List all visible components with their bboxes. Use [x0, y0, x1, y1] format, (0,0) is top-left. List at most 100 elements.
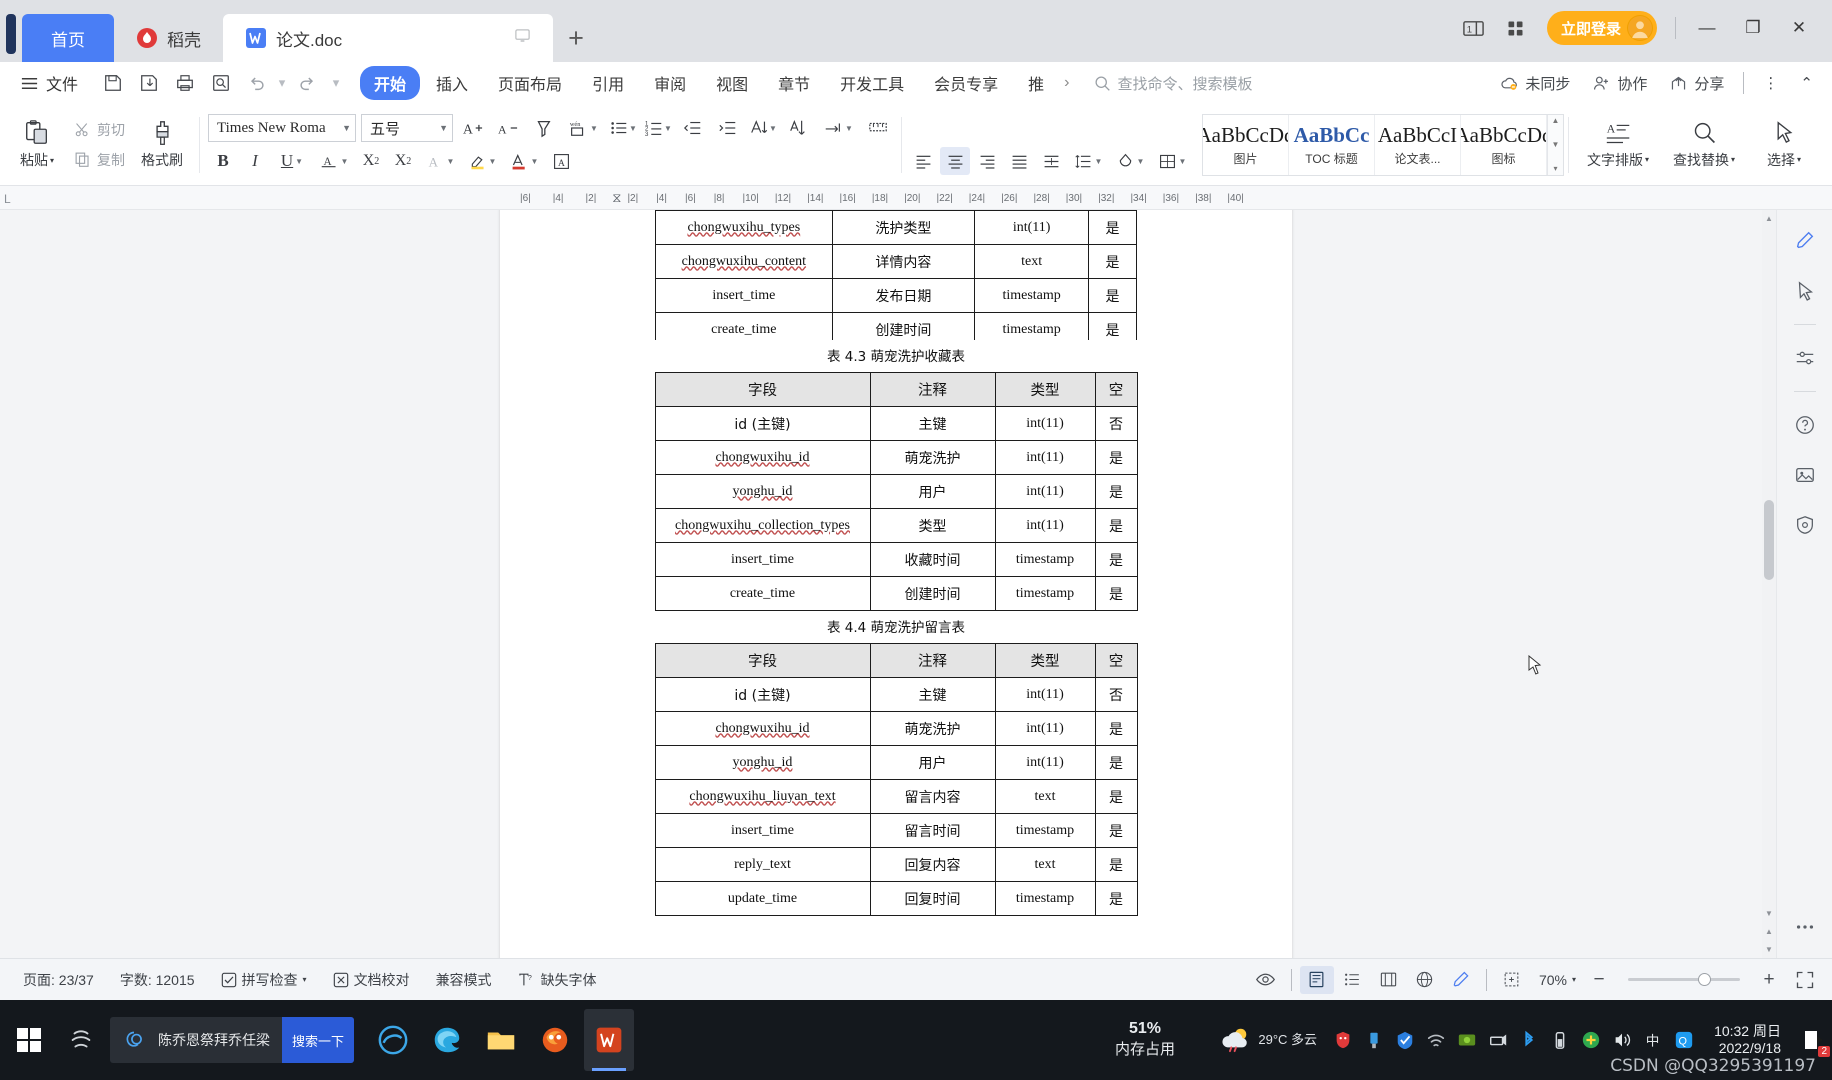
missing-font-button[interactable]: ? 缺失字体 [505, 970, 610, 990]
taskbar-search-box[interactable]: 陈乔恩祭拜乔任梁 搜索一下 [110, 1017, 355, 1063]
paste-button[interactable]: 粘贴 ▾ [6, 107, 68, 183]
chevron-down-icon[interactable]: ▾ [303, 975, 307, 984]
share-button[interactable]: 分享 [1660, 69, 1733, 98]
vertical-scrollbar[interactable]: ▲ ▼ ▲ ▼ [1762, 210, 1776, 958]
login-button[interactable]: 立即登录 [1546, 11, 1657, 45]
indent-marker-icon[interactable]: ⧖ [612, 190, 621, 206]
format-painter-button[interactable]: 格式刷 [131, 107, 193, 183]
taskbar-edge-icon[interactable] [368, 1009, 418, 1071]
table-row[interactable]: create_time 创建时间 timestamp 是 [655, 312, 1137, 340]
compatibility-mode[interactable]: 兼容模式 [423, 970, 505, 990]
save-icon[interactable] [96, 68, 130, 98]
subscript-button[interactable]: X2 [388, 147, 418, 175]
style-item-0[interactable]: AaBbCcDd 图片 [1203, 114, 1289, 175]
style-gallery-expand-icon[interactable]: ▾ [1553, 164, 1557, 173]
taskbar-firefox-icon[interactable] [530, 1009, 580, 1071]
select-cursor-icon[interactable] [1788, 274, 1822, 308]
print-icon[interactable] [168, 68, 202, 98]
shield-icon[interactable] [1332, 1029, 1354, 1051]
shield-tools-icon[interactable] [1788, 508, 1822, 542]
restore-button[interactable]: ❐ [1732, 10, 1774, 46]
table-43[interactable]: 字段 注释 类型 空 id (主键) 主键 int(11) 否 chongwux… [654, 372, 1138, 611]
customize-qat-icon[interactable]: ▾ [326, 68, 346, 98]
tencent-icon[interactable] [1394, 1029, 1416, 1051]
ribbon-tab-insert[interactable]: 插入 [422, 66, 482, 100]
taskbar-edge-beta-icon[interactable] [422, 1009, 472, 1071]
style-scroll-down-icon[interactable]: ▼ [1552, 140, 1560, 149]
italic-button[interactable]: I [240, 147, 270, 175]
scroll-up-icon[interactable]: ▲ [1765, 214, 1773, 223]
ruler-measure-icon[interactable] [863, 114, 893, 142]
word-count[interactable]: 字数: 12015 [107, 970, 208, 990]
table-row[interactable]: chongwuxihu_content 详情内容 text 是 [655, 244, 1137, 279]
line-spacing-icon[interactable]: ▼ [1068, 147, 1108, 175]
ribbon-tabs-more-icon[interactable]: › [1060, 69, 1073, 97]
align-right-icon[interactable] [972, 147, 1002, 175]
show-marks-icon[interactable]: ▼ [818, 114, 858, 142]
character-border-button[interactable]: A [546, 147, 576, 175]
distribute-icon[interactable] [1036, 147, 1066, 175]
rail-more-icon[interactable] [1788, 910, 1822, 944]
edit-pen-icon[interactable] [1444, 966, 1478, 994]
table-row[interactable]: insert_time 发布日期 timestamp 是 [655, 278, 1137, 313]
table-row[interactable]: update_time 回复时间 timestamp 是 [654, 881, 1138, 916]
ribbon-tab-review[interactable]: 审阅 [640, 66, 700, 100]
table-header-row[interactable]: 字段 注释 类型 空 [654, 643, 1138, 678]
sync-status-button[interactable]: 未同步 [1491, 69, 1579, 98]
ime-icon[interactable]: 中 [1642, 1029, 1664, 1051]
print-layout-icon[interactable] [1299, 965, 1334, 994]
help-icon[interactable] [1788, 408, 1822, 442]
outline-icon[interactable] [1336, 966, 1370, 994]
scroll-down-icon[interactable]: ▼ [1765, 909, 1773, 918]
ribbon-tab-start[interactable]: 开始 [360, 66, 421, 100]
clear-format-icon[interactable] [528, 114, 558, 142]
zoom-slider[interactable] [1628, 973, 1740, 986]
ribbon-tab-view[interactable]: 视图 [702, 66, 762, 100]
text-direction-icon[interactable]: ▼ [748, 114, 778, 142]
select-button[interactable]: 选择 ▾ [1747, 107, 1821, 183]
reading-layout-icon[interactable] [1372, 966, 1406, 994]
horizontal-ruler[interactable]: L |6| |4| |2| ⧖ |2| |4| |6| |8| |10| |12… [0, 186, 1832, 210]
numbered-list-icon[interactable]: 123 ▼ [643, 114, 673, 142]
table-row[interactable]: chongwuxihu_types 洗护类型 int(11) 是 [655, 210, 1137, 245]
paste-dropdown-icon[interactable]: ▾ [50, 156, 54, 165]
highlight-button[interactable]: ▼ [462, 147, 502, 175]
font-color-button[interactable]: ▼ [504, 147, 544, 175]
style-scroll-up-icon[interactable]: ▲ [1552, 116, 1560, 125]
windows-start-icon[interactable] [0, 1000, 58, 1080]
taskbar-cortana-icon[interactable] [58, 1009, 104, 1071]
ribbon-tab-page-layout[interactable]: 页面布局 [484, 66, 576, 100]
copy-button[interactable]: 复制 [68, 147, 131, 173]
minimize-button[interactable]: — [1686, 10, 1728, 46]
increase-font-size-icon[interactable]: A [458, 114, 488, 142]
zoom-level[interactable]: 70% ▾ [1531, 972, 1580, 988]
table-header-row[interactable]: 字段 注释 类型 空 [654, 372, 1138, 407]
battery-icon[interactable] [1549, 1029, 1571, 1051]
ribbon-tab-references[interactable]: 引用 [578, 66, 638, 100]
superscript-button[interactable]: X2 [356, 147, 386, 175]
network-icon[interactable] [1487, 1029, 1509, 1051]
table-row[interactable]: insert_time 留言时间 timestamp 是 [654, 813, 1138, 848]
strikethrough-button[interactable]: A ▼ [314, 147, 354, 175]
tab-home[interactable]: 首页 [22, 14, 114, 62]
table-row[interactable]: id (主键) 主键 int(11) 否 [654, 406, 1138, 441]
table-row[interactable]: chongwuxihu_id 萌宠洗护 int(11) 是 [654, 440, 1138, 475]
eye-icon[interactable] [1249, 966, 1283, 994]
table-partial-top[interactable]: chongwuxihu_video 实字视频 varchar(200) 是 ch… [655, 210, 1137, 340]
page-indicator[interactable]: 页面: 23/37 [10, 970, 107, 990]
document-page[interactable]: chongwuxihu_video 实字视频 varchar(200) 是 ch… [500, 210, 1292, 958]
style-item-2[interactable]: AaBbCcI 论文表... [1375, 114, 1461, 175]
pinyin-guide-icon[interactable]: wén ▼ [563, 114, 603, 142]
table-row[interactable]: yonghu_id 用户 int(11) 是 [654, 745, 1138, 780]
new-tab-button[interactable]: + [553, 14, 599, 62]
save-as-icon[interactable] [132, 68, 166, 98]
fullscreen-icon[interactable] [1788, 966, 1822, 994]
ribbon-tab-member[interactable]: 会员专享 [920, 66, 1012, 100]
style-gallery-scrollbar[interactable]: ▲ ▼ ▾ [1547, 114, 1563, 175]
options-list-icon[interactable] [1788, 341, 1822, 375]
ribbon-tab-developer[interactable]: 开发工具 [826, 66, 918, 100]
table-row[interactable]: yonghu_id 用户 int(11) 是 [654, 474, 1138, 509]
find-replace-button[interactable]: 查找替换 ▾ [1661, 107, 1747, 183]
command-search-input[interactable]: 查找命令、搜索模板 [1094, 73, 1253, 94]
menubar-overflow-icon[interactable]: ⋮ [1754, 70, 1787, 96]
